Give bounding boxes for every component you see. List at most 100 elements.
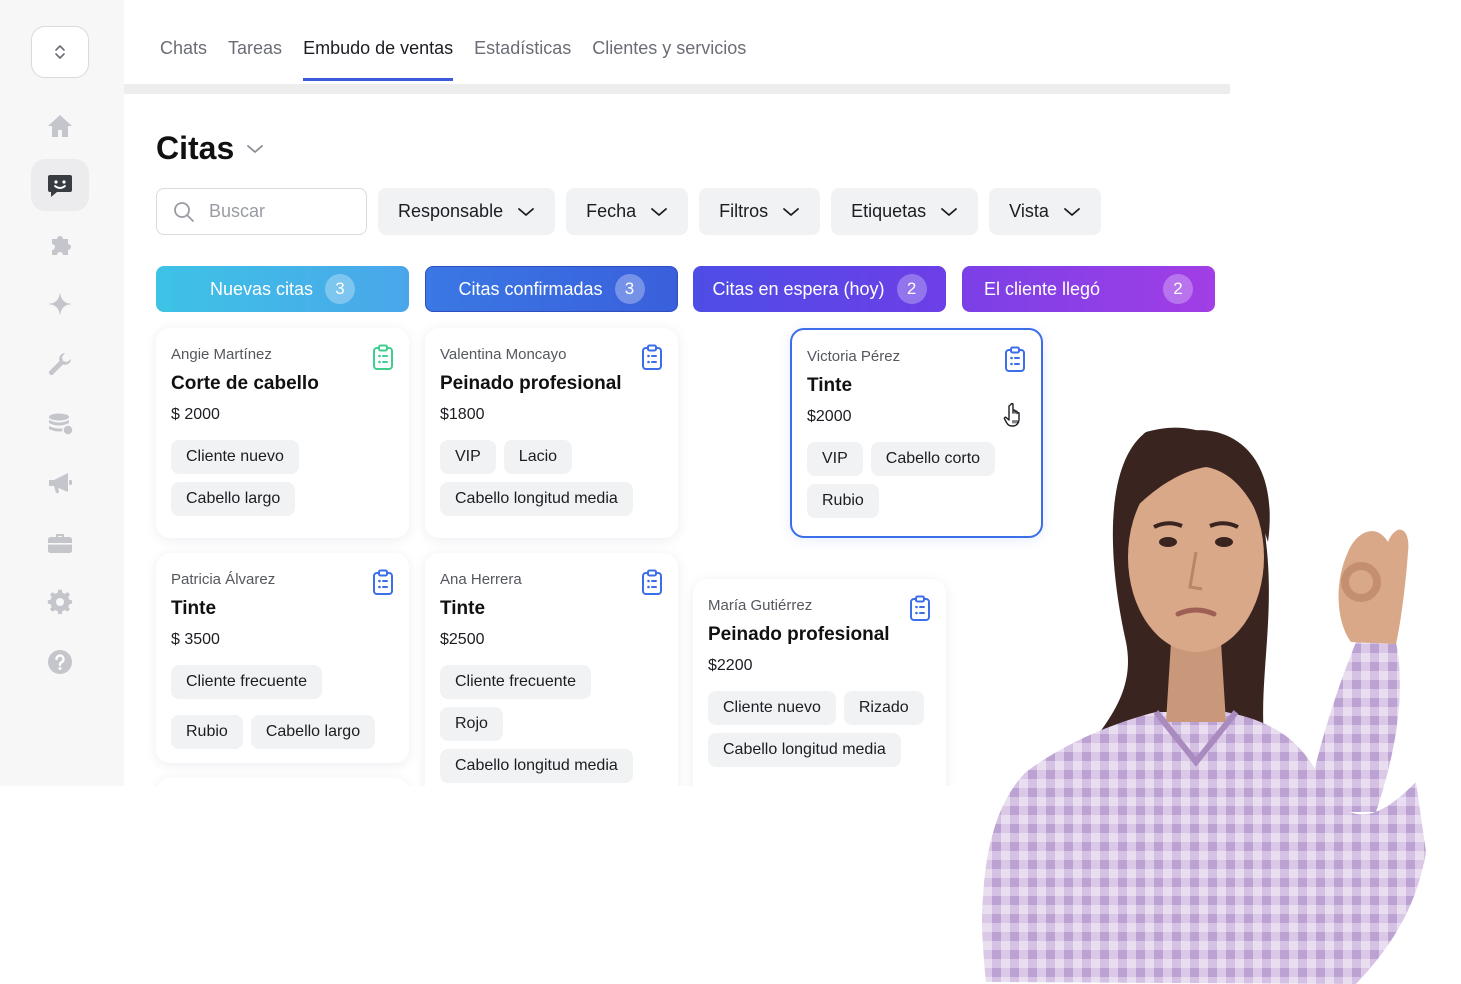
header-divider xyxy=(124,84,1230,94)
clipboard-icon xyxy=(373,344,393,370)
clipboard-icon xyxy=(373,569,393,595)
workspace-switcher[interactable] xyxy=(31,26,89,78)
column-title: Nuevas citas xyxy=(209,278,314,299)
tab-tareas[interactable]: Tareas xyxy=(228,38,282,81)
sidebar-item-settings[interactable] xyxy=(31,576,89,628)
search-input[interactable]: Buscar xyxy=(156,188,367,235)
filter-label: Fecha xyxy=(586,201,637,221)
sidebar-item-business[interactable] xyxy=(31,517,89,569)
tag[interactable]: Cliente frecuente xyxy=(171,665,322,699)
column-header-citas-confirmadas[interactable]: Citas confirmadas 3 xyxy=(425,266,678,312)
gear-icon xyxy=(47,589,73,615)
tag[interactable]: VIP xyxy=(807,442,863,476)
tag[interactable]: VIP xyxy=(440,440,496,474)
chevron-down-icon xyxy=(247,144,264,153)
sidebar-item-help[interactable] xyxy=(31,636,89,688)
sidebar-item-finance[interactable] xyxy=(31,398,89,450)
filter-label: Etiquetas xyxy=(851,201,927,221)
search-placeholder: Buscar xyxy=(209,201,266,221)
puzzle-icon xyxy=(52,236,71,255)
tag-list: Cliente nuevo Rizado Cabello longitud me… xyxy=(708,691,931,767)
column-count: 2 xyxy=(1163,274,1193,304)
sidebar-item-tools[interactable] xyxy=(31,338,89,390)
service-name: Tinte xyxy=(440,598,486,619)
appointment-card[interactable]: Valentina Moncayo Peinado profesional $1… xyxy=(425,328,678,538)
tag-list: Cliente frecuente Rojo Cabello longitud … xyxy=(440,665,663,783)
filter-fecha[interactable]: Fecha xyxy=(566,188,689,235)
price: $ 2000 xyxy=(171,406,220,423)
page-title-text: Citas xyxy=(156,130,235,166)
appointment-card[interactable]: Patricia Álvarez Tinte $ 3500 Cliente fr… xyxy=(156,553,409,763)
client-name: Patricia Álvarez xyxy=(171,571,276,588)
filter-vista[interactable]: Vista xyxy=(989,188,1101,235)
tag[interactable]: Cliente nuevo xyxy=(708,691,836,725)
sidebar-item-integrations[interactable] xyxy=(31,219,89,271)
filter-responsable[interactable]: Responsable xyxy=(378,188,556,235)
chevron-down-icon xyxy=(1063,207,1080,216)
tag[interactable]: Rizado xyxy=(843,691,924,725)
tag[interactable]: Rubio xyxy=(171,715,243,749)
column-count: 2 xyxy=(896,274,927,304)
tag-list: VIP Lacio Cabello longitud media xyxy=(440,440,663,516)
appointment-card[interactable]: Ana Herrera Tinte $2500 Cliente frecuent… xyxy=(425,553,678,786)
tag[interactable]: Cabello largo xyxy=(250,715,376,749)
column-title: Citas confirmadas xyxy=(458,278,603,299)
chevron-down-icon xyxy=(941,207,958,216)
person-illustration xyxy=(982,427,1426,984)
sidebar-item-marketing[interactable] xyxy=(31,457,89,509)
price: $2200 xyxy=(708,657,753,674)
sidebar-item-home[interactable] xyxy=(31,100,89,152)
briefcase-icon xyxy=(48,534,72,553)
chevron-up-down-icon xyxy=(55,45,65,59)
tag[interactable]: Rubio xyxy=(807,484,879,518)
filter-filtros[interactable]: Filtros xyxy=(699,188,821,235)
tag[interactable]: Lacio xyxy=(503,440,573,474)
tab-clientes-y-servicios[interactable]: Clientes y servicios xyxy=(592,38,746,81)
tab-embudo-de-ventas[interactable]: Embudo de ventas xyxy=(303,38,454,81)
column-header-citas-en-espera[interactable]: Citas en espera (hoy) 2 xyxy=(693,266,946,312)
service-name: Tinte xyxy=(171,598,217,619)
tag[interactable]: Cabello largo xyxy=(171,482,296,516)
tab-estadisticas[interactable]: Estadísticas xyxy=(474,38,571,81)
tag[interactable]: Cabello longitud media xyxy=(440,482,633,516)
top-navigation: Chats Tareas Embudo de ventas Estadístic… xyxy=(124,16,1230,84)
chevron-down-icon xyxy=(651,207,668,216)
tag[interactable]: Rojo xyxy=(440,707,503,741)
clipboard-icon xyxy=(1005,346,1025,372)
wrench-icon xyxy=(49,353,71,375)
tag-list: Cliente nuevo Cabello largo xyxy=(171,440,394,516)
filter-bar: Buscar Responsable Fecha Filtros Etiquet… xyxy=(156,188,1101,235)
tag[interactable]: Cabello longitud media xyxy=(440,749,633,783)
filter-etiquetas[interactable]: Etiquetas xyxy=(831,188,979,235)
column-header-nuevas-citas[interactable]: Nuevas citas 3 xyxy=(156,266,409,312)
search-icon xyxy=(174,201,194,222)
service-name: Corte de cabello xyxy=(171,373,319,394)
tag[interactable]: Cliente frecuente xyxy=(440,665,591,699)
chat-icon xyxy=(48,175,72,197)
tab-chats[interactable]: Chats xyxy=(160,38,207,81)
appointment-card[interactable]: Angie Martínez Corte de cabello $ 2000 C… xyxy=(156,328,409,538)
home-icon xyxy=(48,115,72,137)
tag[interactable]: Cliente nuevo xyxy=(171,440,299,474)
column-count: 3 xyxy=(325,274,356,304)
appointment-card-partial[interactable] xyxy=(156,778,409,786)
price: $1800 xyxy=(440,406,485,423)
tab-list: Chats Tareas Embudo de ventas Estadístic… xyxy=(160,38,746,81)
column-header-el-cliente-llego[interactable]: El cliente llegó 2 xyxy=(962,266,1215,312)
page-title[interactable]: Citas xyxy=(156,130,264,167)
sidebar-item-ai[interactable] xyxy=(31,278,89,330)
appointment-card[interactable]: María Gutiérrez Peinado profesional $220… xyxy=(693,579,946,786)
chevron-down-icon xyxy=(783,207,800,216)
megaphone-icon xyxy=(49,473,72,493)
client-name: Victoria Pérez xyxy=(807,348,901,365)
service-name: Peinado profesional xyxy=(440,373,622,394)
column-title: El cliente llegó xyxy=(984,278,1101,299)
column-count: 3 xyxy=(614,274,645,304)
sidebar-item-chats[interactable] xyxy=(31,159,89,211)
price: $2500 xyxy=(440,631,485,648)
filter-label: Responsable xyxy=(398,201,504,221)
tag[interactable]: Cabello longitud media xyxy=(708,733,901,767)
filter-label: Vista xyxy=(1009,201,1049,221)
price: $ 3500 xyxy=(171,631,220,648)
help-icon xyxy=(48,650,72,674)
